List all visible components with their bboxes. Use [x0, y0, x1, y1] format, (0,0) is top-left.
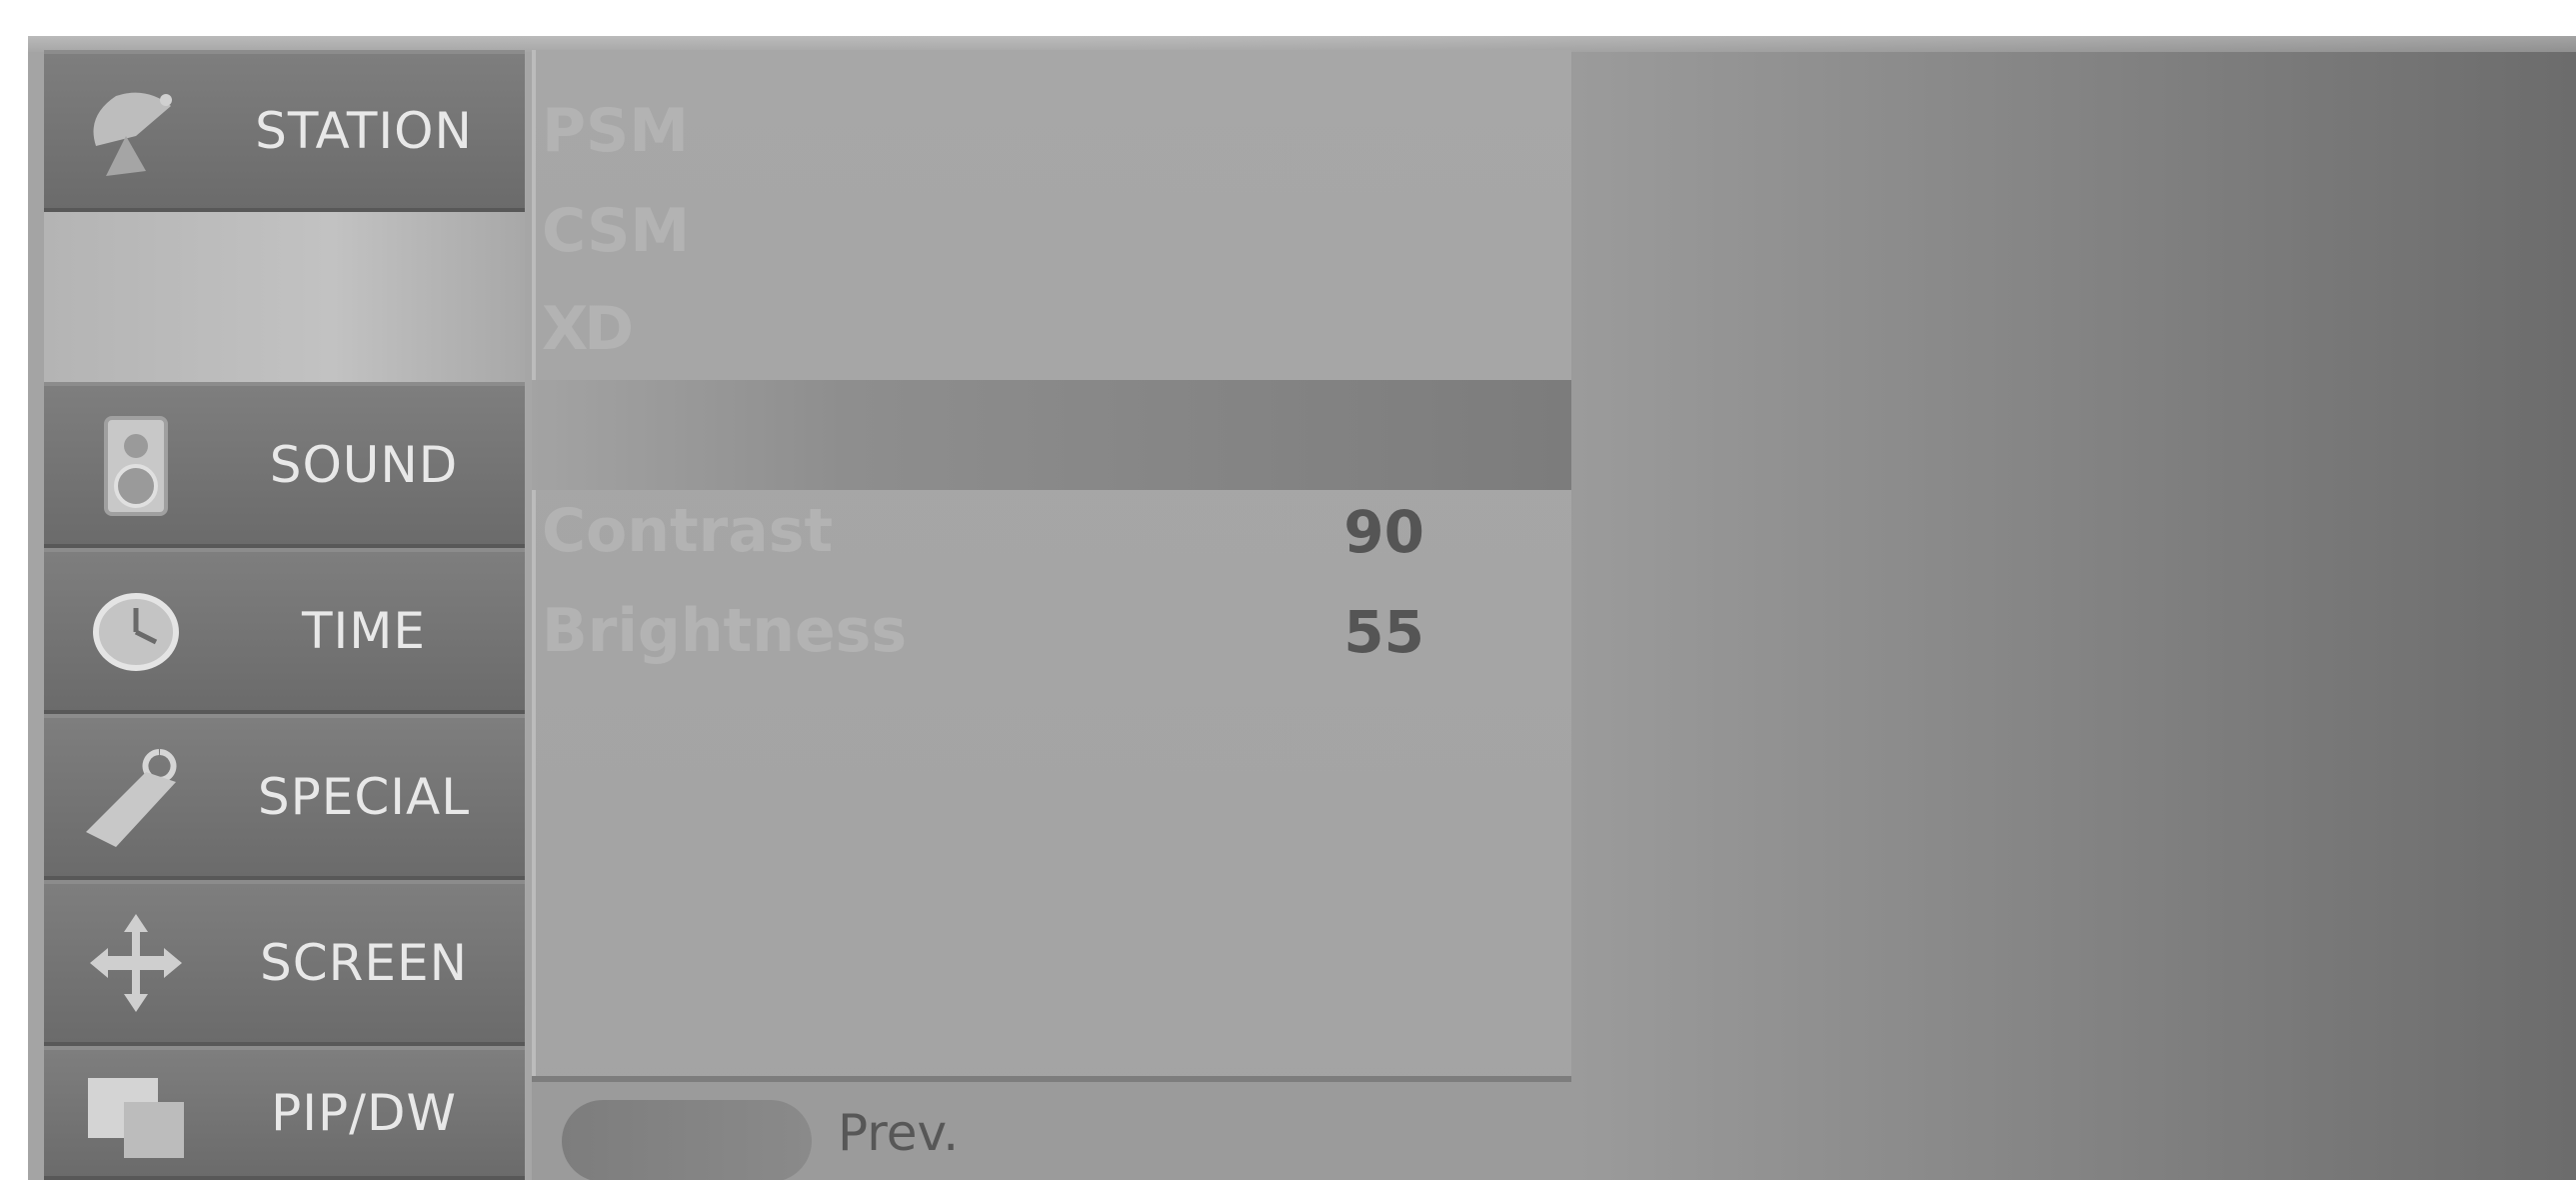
clock-icon	[93, 593, 179, 671]
speaker-icon	[104, 416, 168, 516]
menu-label-special: SPECIAL	[257, 768, 471, 826]
pip-windows-icon	[88, 1078, 184, 1158]
menu-item-sound[interactable]: SOUND	[44, 382, 525, 548]
tv-screen: STATION SOUND TIME SPECIAL SCREEN PIP/DW…	[28, 36, 2576, 1180]
prev-button[interactable]	[562, 1100, 812, 1180]
satellite-dish-icon	[93, 92, 172, 176]
menu-label-sound: SOUND	[269, 436, 459, 494]
setting-brightness-value: 55	[1343, 598, 1424, 666]
setting-contrast-label[interactable]: Contrast	[542, 496, 833, 566]
menu-item-pip-dw[interactable]: PIP/DW	[44, 1046, 525, 1180]
prev-label: Prev.	[838, 1104, 960, 1162]
menu-label-pip-dw: PIP/DW	[271, 1084, 457, 1142]
setting-brightness-label[interactable]: Brightness	[542, 596, 907, 666]
bottom-bar: Prev.	[532, 1076, 1571, 1180]
move-arrows-icon	[90, 914, 182, 1012]
menu-label-time: TIME	[301, 602, 427, 660]
menu-item-screen[interactable]: SCREEN	[44, 880, 525, 1046]
menu-item-special[interactable]: SPECIAL	[44, 714, 525, 880]
submenu-item-xd[interactable]: XD	[542, 294, 634, 364]
menu-item-time[interactable]: TIME	[44, 548, 525, 714]
highlight-bar	[532, 380, 1571, 490]
menu-label-station: STATION	[255, 102, 473, 160]
submenu-item-psm[interactable]: PSM	[542, 96, 689, 166]
tag-icon	[86, 749, 177, 847]
submenu-item-csm[interactable]: CSM	[542, 196, 690, 266]
station-gap	[44, 212, 525, 382]
setting-contrast-value: 90	[1343, 498, 1424, 566]
menu-label-screen: SCREEN	[260, 934, 468, 992]
menu-item-station[interactable]: STATION	[44, 50, 525, 212]
